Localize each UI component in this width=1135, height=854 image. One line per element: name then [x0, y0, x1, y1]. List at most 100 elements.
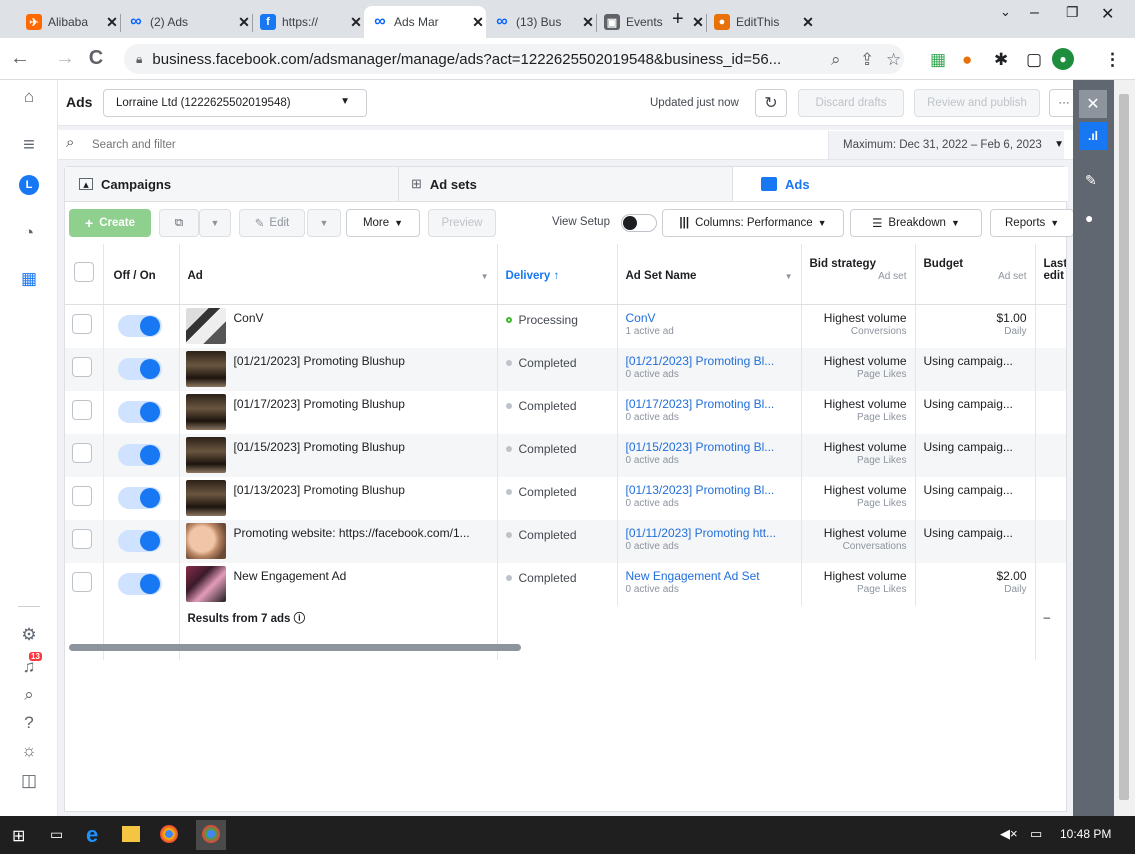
sidepanel-icon[interactable]: ▢ — [1026, 50, 1042, 70]
ad-name-cell[interactable]: [01/17/2023] Promoting Blushup — [179, 390, 498, 434]
close-tab-icon[interactable]: ✕ — [470, 14, 486, 31]
chrome-active-window[interactable] — [196, 820, 226, 850]
task-view-icon[interactable]: ▭ — [50, 826, 63, 843]
browser-menu-icon[interactable]: ⋮ — [1104, 50, 1121, 70]
minimize-icon[interactable]: – — [1030, 4, 1039, 22]
restore-icon[interactable]: ❐ — [1066, 4, 1079, 21]
tab-search-icon[interactable]: ⌄ — [1000, 4, 1011, 20]
ad-on-off-toggle[interactable] — [117, 400, 162, 423]
browser-tab[interactable]: ✈ Alibaba ✕ — [18, 6, 120, 38]
row-checkbox[interactable] — [72, 356, 92, 377]
adset-name-link[interactable]: [01/13/2023] Promoting Bl... — [626, 483, 775, 497]
search-input[interactable] — [92, 135, 692, 155]
chrome-icon[interactable] — [160, 825, 178, 843]
zoom-icon[interactable]: ⌕ — [831, 50, 841, 70]
select-all-checkbox[interactable] — [74, 262, 94, 282]
page-scroll-thumb[interactable] — [1119, 94, 1129, 800]
col-offon[interactable]: Off / On — [103, 244, 180, 305]
network-icon[interactable]: ▭ — [1030, 826, 1042, 842]
ad-on-off-toggle[interactable] — [117, 529, 162, 552]
account-selector[interactable]: Lorraine Ltd (1222625502019548) ▼ — [103, 89, 367, 117]
tab-adsets[interactable]: ⊞ Ad sets — [399, 167, 733, 201]
edit-dropdown[interactable]: ▼ — [307, 209, 341, 237]
adset-name-link[interactable]: New Engagement Ad Set — [626, 569, 760, 583]
col-ad[interactable]: Ad ▼ — [179, 244, 498, 305]
table-row[interactable]: [01/17/2023] Promoting Blushup Completed [… — [65, 390, 1066, 434]
home-icon[interactable]: ⌂ — [18, 86, 40, 108]
bug-report-icon[interactable]: ☼ — [18, 740, 40, 762]
close-tab-icon[interactable]: ✕ — [104, 14, 120, 31]
more-button[interactable]: More ▼ — [346, 209, 420, 237]
cookie-extension-icon[interactable]: ● — [962, 50, 972, 70]
edit-panel-icon[interactable]: ✎ — [1085, 172, 1097, 189]
view-setup-toggle[interactable] — [621, 214, 657, 232]
adset-name-link[interactable]: [01/15/2023] Promoting Bl... — [626, 440, 775, 454]
close-tab-icon[interactable]: ✕ — [580, 14, 596, 31]
table-row[interactable]: Promoting website: https://facebook.com/… — [65, 519, 1066, 563]
close-tab-icon[interactable]: ✕ — [348, 14, 364, 31]
search-icon[interactable]: ⌕ — [18, 684, 40, 706]
col-bid[interactable]: Bid strategy Ad set — [801, 244, 916, 305]
row-checkbox[interactable] — [72, 442, 92, 463]
adset-cell[interactable]: [01/13/2023] Promoting Bl... 0 active ads — [617, 476, 802, 520]
adset-cell[interactable]: [01/11/2023] Promoting htt... 0 active ad… — [617, 519, 802, 563]
windows-start-icon[interactable]: ⊞ — [12, 826, 25, 846]
adset-cell[interactable]: [01/21/2023] Promoting Bl... 0 active ads — [617, 347, 802, 391]
collapse-panel-icon[interactable]: ◫ — [18, 770, 40, 792]
adset-cell[interactable]: [01/15/2023] Promoting Bl... 0 active ads — [617, 433, 802, 477]
reports-button[interactable]: Reports ▼ — [990, 209, 1074, 237]
row-checkbox[interactable] — [72, 485, 92, 506]
address-bar[interactable]: 🔒︎ business.facebook.com/adsmanager/mana… — [124, 44, 904, 74]
table-row[interactable]: New Engagement Ad Completed New Engagement… — [65, 562, 1066, 606]
history-icon[interactable]: ● — [1085, 210, 1093, 226]
duplicate-button[interactable]: ⧉ — [159, 209, 199, 237]
table-row[interactable]: [01/21/2023] Promoting Blushup Completed [… — [65, 347, 1066, 391]
browser-tab[interactable]: ● EditThis ✕ — [706, 6, 816, 38]
close-tab-icon[interactable]: ✕ — [236, 14, 252, 31]
new-tab-icon[interactable]: + — [672, 8, 684, 31]
puzzle-icon[interactable]: ✱ — [994, 50, 1008, 70]
browser-tab[interactable]: f https:// ✕ — [252, 6, 364, 38]
date-range-picker[interactable]: Maximum: Dec 31, 2022 – Feb 6, 2023 ▼ — [828, 131, 1064, 159]
browser-tab[interactable]: ∞ (13) Bus ✕ — [486, 6, 596, 38]
performance-icon[interactable]: ◔ — [18, 222, 40, 244]
settings-icon[interactable]: ⚙ — [18, 624, 40, 646]
ad-name-cell[interactable]: [01/21/2023] Promoting Blushup — [179, 347, 498, 391]
reload-icon[interactable]: C — [84, 47, 108, 70]
adset-cell[interactable]: ConV 1 active ad — [617, 304, 802, 348]
close-tab-icon[interactable]: ✕ — [800, 14, 816, 31]
row-checkbox[interactable] — [72, 313, 92, 334]
close-window-icon[interactable]: ✕ — [1101, 4, 1114, 24]
adset-name-link[interactable]: [01/11/2023] Promoting htt... — [626, 526, 777, 540]
horizontal-scrollbar[interactable] — [69, 644, 521, 651]
file-explorer-icon[interactable] — [122, 826, 140, 842]
back-icon[interactable]: ← — [8, 47, 32, 70]
edit-button[interactable]: ✎ Edit — [239, 209, 305, 237]
row-checkbox[interactable] — [72, 399, 92, 420]
adset-name-link[interactable]: [01/21/2023] Promoting Bl... — [626, 354, 775, 368]
volume-muted-icon[interactable]: ◀× — [1000, 826, 1018, 842]
charts-icon[interactable]: .ıl — [1079, 122, 1107, 150]
ad-on-off-toggle[interactable] — [117, 314, 162, 337]
notifications-icon[interactable]: ♫ 13 — [18, 652, 42, 678]
table-row[interactable]: [01/13/2023] Promoting Blushup Completed [… — [65, 476, 1066, 520]
col-adset[interactable]: Ad Set Name ▼ — [617, 244, 802, 305]
bookmark-star-icon[interactable]: ☆ — [886, 50, 901, 70]
ad-on-off-toggle[interactable] — [117, 443, 162, 466]
review-publish-button[interactable]: Review and publish — [914, 89, 1040, 117]
breakdown-button[interactable]: ☰ Breakdown ▼ — [850, 209, 982, 237]
share-icon[interactable]: ⇪ — [860, 50, 874, 70]
ad-name-cell[interactable]: ConV — [179, 304, 498, 348]
columns-button[interactable]: ||| Columns: Performance ▼ — [662, 209, 844, 237]
ad-name-cell[interactable]: Promoting website: https://facebook.com/… — [179, 519, 498, 563]
discard-drafts-button[interactable]: Discard drafts — [798, 89, 904, 117]
profile-avatar-icon[interactable]: ● — [1052, 48, 1074, 70]
table-row[interactable]: ConV Processing ConV 1 active ad Highest vol… — [65, 304, 1066, 348]
ad-name-cell[interactable]: [01/13/2023] Promoting Blushup — [179, 476, 498, 520]
ad-name-cell[interactable]: New Engagement Ad — [179, 562, 498, 606]
menu-icon[interactable]: ≡ — [18, 134, 40, 156]
ads-manager-icon[interactable]: ▦ — [18, 268, 40, 290]
tab-campaigns[interactable]: ▴ Campaigns — [65, 167, 399, 201]
browser-tab[interactable]: ∞ Ads Mar ✕ — [364, 6, 486, 38]
ad-name-cell[interactable]: [01/15/2023] Promoting Blushup — [179, 433, 498, 477]
